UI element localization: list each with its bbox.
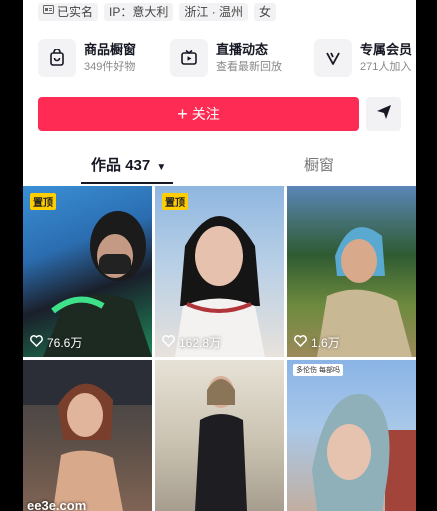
pinned-badge: 置顶 [30,193,56,210]
member-entry[interactable]: 专属会员 271人加入 [314,38,412,78]
thumbnail-art [195,376,247,511]
feature-entries: 商品橱窗 349件好物 直播动态 查看最新回放 专属会员 271人加入 [38,38,413,80]
feature-title: 直播动态 [216,42,269,57]
thumbnail-art [175,216,265,357]
plus-icon: + [177,104,188,124]
v-member-icon [314,39,352,77]
share-button[interactable] [366,97,401,131]
heart-icon [30,335,43,350]
shopping-bag-icon [38,39,76,77]
thumbnail-art [23,360,152,511]
caption-overlay: 多伦伤 每部吗 [293,364,343,376]
video-thumbnail[interactable]: 置顶 162.8万 [155,186,284,357]
thumbnail-art [43,211,152,357]
like-count: 162.8万 [162,334,221,351]
verified-tag: 已实名 [38,3,99,21]
content-tabs: 作品 437 ▼ 橱窗 [23,146,416,187]
id-card-icon [43,3,54,21]
follow-button[interactable]: + 关注 [38,97,359,131]
like-count: 1.6万 [294,334,340,351]
live-replay-entry[interactable]: 直播动态 查看最新回放 [170,38,282,78]
heart-icon [294,335,307,350]
like-count: 76.6万 [30,334,82,351]
caret-down-icon: ▼ [156,162,167,173]
video-thumbnail[interactable] [155,360,284,511]
works-count: 437 [125,157,151,174]
video-thumbnail[interactable]: ee3e.com [23,360,152,511]
video-thumbnail[interactable]: 多伦伤 每部吗 [287,360,416,511]
tv-play-icon [170,39,208,77]
send-icon [376,104,392,125]
tab-underline [81,182,173,184]
ip-location-tag: IP：意大利 [104,3,174,21]
profile-tags: 已实名 IP：意大利 浙江 · 温州 女 [38,3,277,21]
heart-icon [162,335,175,350]
profile-screen: 已实名 IP：意大利 浙江 · 温州 女 商品橱窗 349件好物 直播动态 查看… [23,0,416,511]
feature-subtitle: 271人加入 [360,61,412,73]
feature-title: 专属会员 [360,42,413,57]
video-thumbnail[interactable]: 1.6万 [287,186,416,357]
video-thumbnail[interactable]: 置顶 76.6万 [23,186,152,357]
product-window-entry[interactable]: 商品橱窗 349件好物 [38,38,136,78]
gender-tag: 女 [254,3,277,21]
tab-window[interactable]: 橱窗 [304,154,334,175]
site-watermark: ee3e.com [27,498,87,511]
region-tag: 浙江 · 温州 [179,3,249,21]
follow-label: 关注 [191,106,220,122]
feature-subtitle: 查看最新回放 [216,61,282,73]
feature-subtitle: 349件好物 [84,61,136,73]
pinned-badge: 置顶 [162,193,188,210]
tab-works[interactable]: 作品 437 ▼ [91,154,166,175]
feature-title: 商品橱窗 [84,42,137,57]
thumbnail-art [312,393,416,511]
video-grid: 置顶 76.6万 置顶 162.8万 1.6万 ee3e.com 多伦伤 每部吗 [23,186,416,511]
thumbnail-art [317,227,412,357]
